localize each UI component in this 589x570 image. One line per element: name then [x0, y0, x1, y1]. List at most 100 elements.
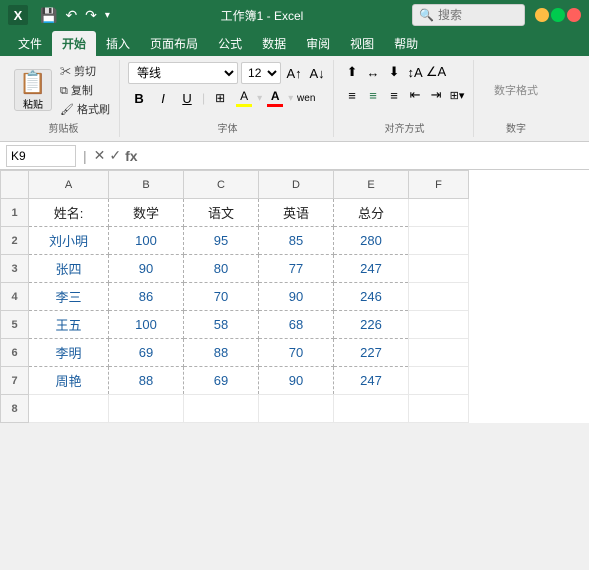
save-button[interactable]: 💾 [38, 7, 59, 24]
table-cell[interactable]: 85 [259, 227, 334, 255]
decrease-font-button[interactable]: A↓ [307, 63, 327, 83]
insert-function-icon[interactable]: fx [125, 148, 137, 164]
maximize-button[interactable] [551, 8, 565, 22]
table-cell[interactable] [409, 227, 469, 255]
table-cell[interactable] [109, 395, 184, 423]
table-cell[interactable]: 247 [334, 255, 409, 283]
text-direction-button[interactable]: ↕A [405, 62, 425, 82]
border-button[interactable]: ⊞ [209, 87, 231, 109]
table-cell[interactable]: 李明 [29, 339, 109, 367]
table-cell[interactable]: 247 [334, 367, 409, 395]
table-cell[interactable]: 李三 [29, 283, 109, 311]
table-cell[interactable] [409, 367, 469, 395]
table-cell[interactable]: 周艳 [29, 367, 109, 395]
align-right-button[interactable]: ≡ [384, 85, 404, 105]
table-cell[interactable]: 69 [109, 339, 184, 367]
table-cell[interactable]: 90 [259, 283, 334, 311]
font-family-select[interactable]: 等线 [128, 62, 238, 84]
undo-button[interactable]: ↶ [63, 7, 79, 24]
align-middle-button[interactable]: ↔ [363, 62, 383, 82]
wrap-text-button[interactable]: wen [295, 87, 317, 109]
table-cell[interactable] [29, 395, 109, 423]
tab-page-layout[interactable]: 页面布局 [140, 31, 208, 56]
align-center-button[interactable]: ≡ [363, 85, 383, 105]
font-size-select[interactable]: 12 [241, 62, 281, 84]
table-cell[interactable] [409, 199, 469, 227]
table-cell[interactable]: 100 [109, 311, 184, 339]
table-cell[interactable] [409, 339, 469, 367]
col-header-e[interactable]: E [334, 171, 409, 199]
copy-button[interactable]: ⧉ 复制 [57, 81, 113, 99]
table-cell[interactable]: 69 [184, 367, 259, 395]
table-cell[interactable]: 280 [334, 227, 409, 255]
table-cell[interactable]: 70 [184, 283, 259, 311]
table-cell[interactable]: 77 [259, 255, 334, 283]
table-cell[interactable]: 总分 [334, 199, 409, 227]
col-header-d[interactable]: D [259, 171, 334, 199]
increase-font-button[interactable]: A↑ [284, 63, 304, 83]
font-color-button[interactable]: A [264, 87, 286, 109]
table-cell[interactable]: 100 [109, 227, 184, 255]
table-cell[interactable] [409, 311, 469, 339]
align-bottom-button[interactable]: ⬇ [384, 62, 404, 82]
table-cell[interactable]: 王五 [29, 311, 109, 339]
table-cell[interactable] [259, 395, 334, 423]
tab-insert[interactable]: 插入 [96, 31, 140, 56]
table-cell[interactable]: 90 [259, 367, 334, 395]
close-button[interactable] [567, 8, 581, 22]
table-cell[interactable]: 226 [334, 311, 409, 339]
col-header-a[interactable]: A [29, 171, 109, 199]
search-input[interactable] [438, 8, 518, 22]
increase-indent-button[interactable]: ⇥ [426, 85, 446, 105]
tab-review[interactable]: 审阅 [296, 31, 340, 56]
table-cell[interactable]: 88 [109, 367, 184, 395]
table-cell[interactable]: 数学 [109, 199, 184, 227]
fill-color-button[interactable]: A [233, 87, 255, 109]
table-cell[interactable] [184, 395, 259, 423]
cell-reference-box[interactable]: K9 [6, 145, 76, 167]
table-cell[interactable]: 95 [184, 227, 259, 255]
table-cell[interactable]: 张四 [29, 255, 109, 283]
table-cell[interactable]: 英语 [259, 199, 334, 227]
text-angle-button[interactable]: ∠A [426, 62, 446, 82]
customize-button[interactable]: ▾ [103, 10, 112, 21]
table-cell[interactable] [334, 395, 409, 423]
align-top-button[interactable]: ⬆ [342, 62, 362, 82]
col-header-f[interactable]: F [409, 171, 469, 199]
decrease-indent-button[interactable]: ⇤ [405, 85, 425, 105]
tab-formulas[interactable]: 公式 [208, 31, 252, 56]
cut-button[interactable]: ✂ 剪切 [57, 62, 113, 80]
minimize-button[interactable] [535, 8, 549, 22]
table-cell[interactable] [409, 395, 469, 423]
table-cell[interactable]: 227 [334, 339, 409, 367]
table-cell[interactable] [409, 255, 469, 283]
align-left-button[interactable]: ≡ [342, 85, 362, 105]
confirm-formula-icon[interactable]: ✓ [109, 147, 121, 164]
tab-data[interactable]: 数据 [252, 31, 296, 56]
paste-button[interactable]: 📋 粘贴 [14, 69, 52, 111]
tab-help[interactable]: 帮助 [384, 31, 428, 56]
italic-button[interactable]: I [152, 87, 174, 109]
table-cell[interactable]: 58 [184, 311, 259, 339]
format-painter-button[interactable]: 🖌 格式刷 [57, 100, 113, 118]
table-cell[interactable]: 90 [109, 255, 184, 283]
table-cell[interactable]: 刘小明 [29, 227, 109, 255]
underline-button[interactable]: U [176, 87, 198, 109]
col-header-b[interactable]: B [109, 171, 184, 199]
table-cell[interactable] [409, 283, 469, 311]
tab-home[interactable]: 开始 [52, 31, 96, 56]
tab-file[interactable]: 文件 [8, 31, 52, 56]
tab-view[interactable]: 视图 [340, 31, 384, 56]
table-cell[interactable]: 88 [184, 339, 259, 367]
merge-center-button[interactable]: ⊞▾ [447, 85, 467, 105]
table-cell[interactable]: 语文 [184, 199, 259, 227]
search-box[interactable]: 🔍 [412, 4, 525, 26]
redo-button[interactable]: ↷ [83, 7, 99, 24]
table-cell[interactable]: 86 [109, 283, 184, 311]
bold-button[interactable]: B [128, 87, 150, 109]
col-header-c[interactable]: C [184, 171, 259, 199]
table-cell[interactable]: 70 [259, 339, 334, 367]
table-cell[interactable]: 80 [184, 255, 259, 283]
formula-input[interactable] [142, 145, 583, 167]
table-cell[interactable]: 68 [259, 311, 334, 339]
